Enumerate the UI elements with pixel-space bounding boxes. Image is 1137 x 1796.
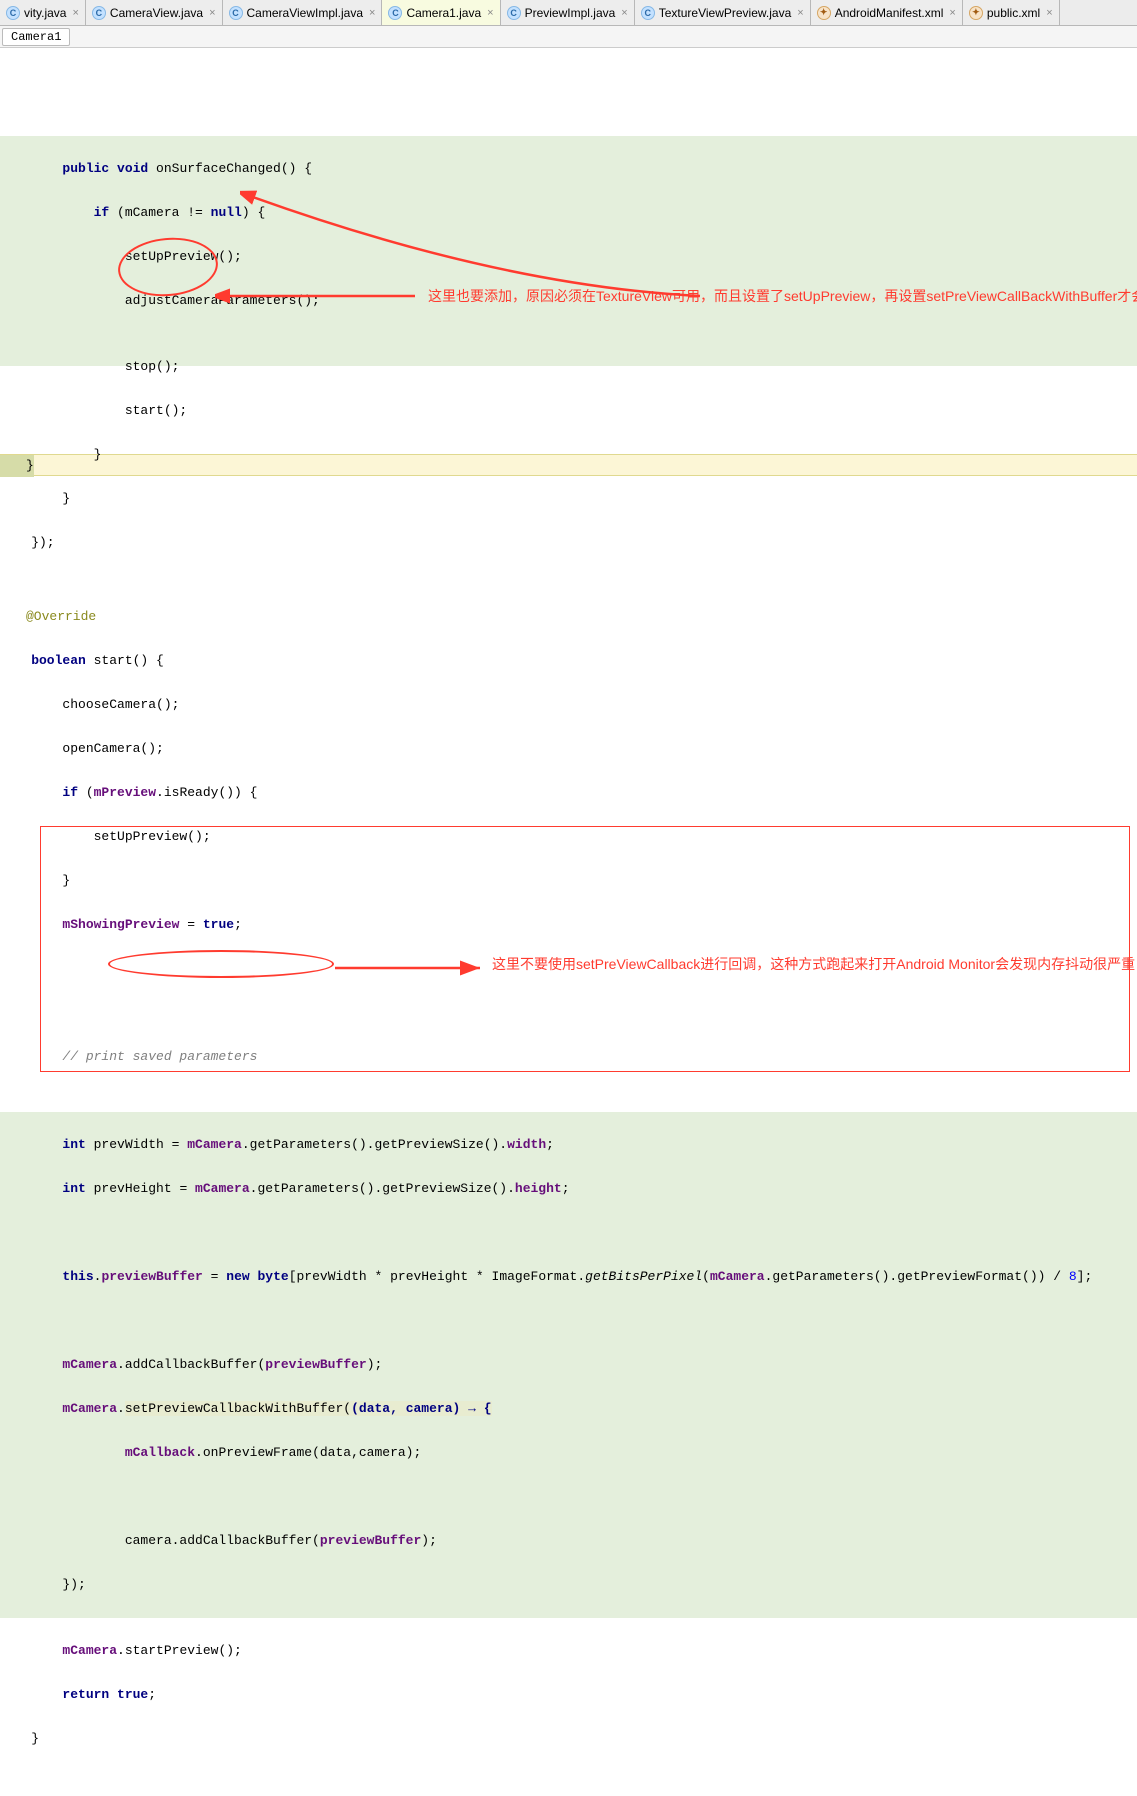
code-block-2: @Override boolean start() { chooseCamera…: [0, 564, 1137, 1796]
code-editor[interactable]: public void onSurfaceChanged() { if (mCa…: [0, 48, 1137, 1796]
code-block-1: public void onSurfaceChanged() { if (mCa…: [0, 136, 1137, 366]
xml-icon: ✦: [969, 6, 983, 20]
tab-previewimpl[interactable]: CPreviewImpl.java×: [501, 0, 635, 25]
tab-vity[interactable]: Cvity.java×: [0, 0, 86, 25]
annotation-box: [40, 826, 1130, 1072]
close-icon[interactable]: ×: [1046, 7, 1052, 19]
java-icon: C: [6, 6, 20, 20]
close-icon[interactable]: ×: [621, 7, 627, 19]
close-icon[interactable]: ×: [369, 7, 375, 19]
xml-icon: ✦: [817, 6, 831, 20]
java-icon: C: [92, 6, 106, 20]
tab-public[interactable]: ✦public.xml×: [963, 0, 1060, 25]
code-block-2-highlight: int prevWidth = mCamera.getParameters().…: [0, 1112, 1137, 1618]
java-icon: C: [641, 6, 655, 20]
close-icon[interactable]: ×: [487, 7, 493, 19]
tab-cameraview[interactable]: CCameraView.java×: [86, 0, 223, 25]
breadcrumb: Camera1: [0, 26, 1137, 48]
java-icon: C: [507, 6, 521, 20]
tab-camera1[interactable]: CCamera1.java×: [382, 0, 500, 25]
close-icon[interactable]: ×: [72, 7, 78, 19]
close-icon[interactable]: ×: [797, 7, 803, 19]
annotation-text-2: 这里不要使用setPreViewCallback进行回调，这种方式跑起来打开An…: [492, 954, 1122, 974]
java-icon: C: [229, 6, 243, 20]
tab-androidmanifest[interactable]: ✦AndroidManifest.xml×: [811, 0, 963, 25]
close-icon[interactable]: ×: [949, 7, 955, 19]
java-icon: C: [388, 6, 402, 20]
tab-cameraviewimpl[interactable]: CCameraViewImpl.java×: [223, 0, 383, 25]
tab-bar: Cvity.java× CCameraView.java× CCameraVie…: [0, 0, 1137, 26]
close-icon[interactable]: ×: [209, 7, 215, 19]
breadcrumb-class[interactable]: Camera1: [2, 28, 70, 46]
tab-textureviewpreview[interactable]: CTextureViewPreview.java×: [635, 0, 811, 25]
annotation-text-1: 这里也要添加，原因必须在TextureView可用，而且设置了setUpPrev…: [428, 286, 1128, 306]
